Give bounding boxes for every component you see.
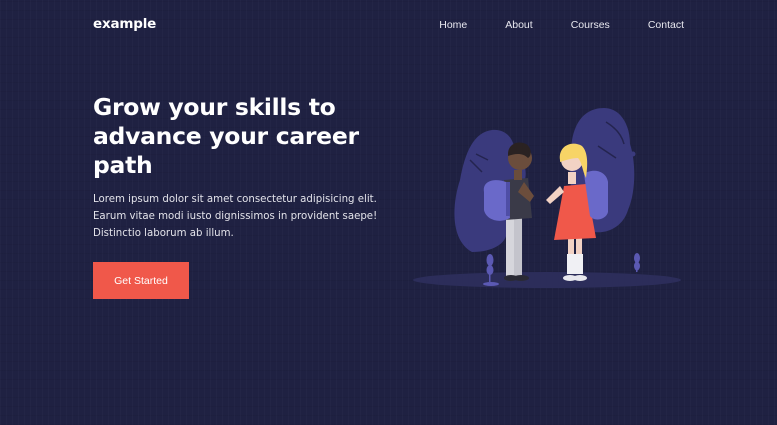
nav-links: Home About Courses Contact [401, 19, 684, 31]
nav-link-contact[interactable]: Contact [648, 19, 684, 31]
nav-link-courses[interactable]: Courses [571, 19, 610, 31]
navbar: example Home About Courses Contact [0, 0, 777, 50]
hero-title: Grow your skills to advance your career … [93, 93, 359, 179]
nav-link-about[interactable]: About [505, 19, 532, 31]
right-bush-dot [630, 151, 636, 157]
logo[interactable]: example [93, 16, 156, 32]
ground-shadow [413, 272, 681, 288]
hero-description: Lorem ipsum dolor sit amet consectetur a… [93, 194, 378, 239]
hero-text: Grow your skills to advance your career … [93, 93, 393, 242]
get-started-button[interactable]: Get Started [93, 262, 189, 299]
right-plant [634, 253, 640, 272]
students-illustration [410, 100, 700, 300]
nav-link-home[interactable]: Home [439, 19, 467, 31]
